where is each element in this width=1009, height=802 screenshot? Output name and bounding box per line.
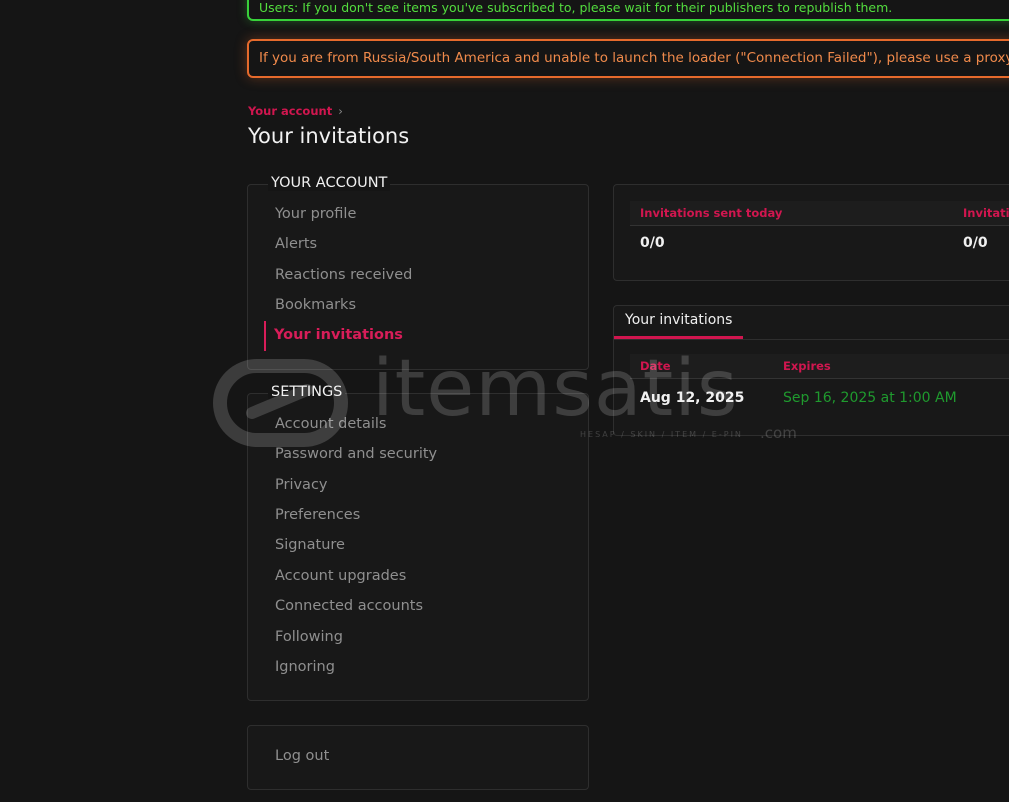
sidebar-item-preferences[interactable]: Preferences bbox=[275, 507, 360, 523]
account-heading: YOUR ACCOUNT bbox=[268, 175, 391, 191]
stats-header-row: Invitations sent today Invitatio bbox=[630, 201, 1009, 226]
invitations-panel: Your invitations Date Expires Aug 12, 20… bbox=[613, 305, 1009, 436]
sidebar-item-ignoring[interactable]: Ignoring bbox=[275, 659, 335, 675]
column-header-date: Date bbox=[640, 359, 671, 373]
logout-link[interactable]: Log out bbox=[275, 748, 329, 764]
breadcrumb-your-account-link[interactable]: Your account bbox=[248, 104, 332, 118]
sidebar-item-privacy[interactable]: Privacy bbox=[275, 477, 328, 493]
settings-heading: SETTINGS bbox=[268, 384, 346, 400]
invitations-header-row: Date Expires bbox=[630, 354, 1009, 379]
logout-block: Log out bbox=[247, 725, 589, 790]
active-indicator bbox=[264, 321, 266, 351]
account-nav-block: YOUR ACCOUNT Your profile Alerts Reactio… bbox=[247, 175, 589, 370]
chevron-right-icon: › bbox=[338, 104, 343, 118]
proxy-notice: If you are from Russia/South America and… bbox=[247, 39, 1009, 78]
sidebar-item-your-invitations[interactable]: Your invitations bbox=[274, 327, 403, 343]
subscription-notice: Users: If you don't see items you've sub… bbox=[247, 0, 1009, 21]
column-header-expires: Expires bbox=[783, 359, 831, 373]
sidebar-item-password-security[interactable]: Password and security bbox=[275, 446, 437, 462]
invitation-date: Aug 12, 2025 bbox=[640, 390, 745, 406]
page-title: Your invitations bbox=[248, 124, 410, 148]
sidebar-item-alerts[interactable]: Alerts bbox=[275, 236, 317, 252]
stats-value-second: 0/0 bbox=[963, 235, 988, 251]
sidebar-item-connected-accounts[interactable]: Connected accounts bbox=[275, 598, 423, 614]
tab-your-invitations[interactable]: Your invitations bbox=[614, 306, 744, 339]
sidebar-item-signature[interactable]: Signature bbox=[275, 537, 345, 553]
sidebar-item-bookmarks[interactable]: Bookmarks bbox=[275, 297, 356, 313]
sidebar-item-reactions-received[interactable]: Reactions received bbox=[275, 267, 412, 283]
breadcrumb: Your account › bbox=[248, 104, 343, 118]
stats-header-sent-today: Invitations sent today bbox=[640, 206, 783, 220]
sidebar-item-following[interactable]: Following bbox=[275, 629, 343, 645]
stats-value-sent-today: 0/0 bbox=[640, 235, 665, 251]
sidebar-item-account-details[interactable]: Account details bbox=[275, 416, 386, 432]
stats-header-second: Invitatio bbox=[963, 206, 1009, 220]
tab-strip: Your invitations bbox=[614, 306, 1009, 340]
settings-nav-block: SETTINGS Account details Password and se… bbox=[247, 384, 589, 701]
sidebar-item-your-profile[interactable]: Your profile bbox=[275, 206, 356, 222]
invitation-expires: Sep 16, 2025 at 1:00 AM bbox=[783, 390, 957, 406]
sidebar-item-account-upgrades[interactable]: Account upgrades bbox=[275, 568, 406, 584]
invitation-stats-panel: Invitations sent today Invitatio 0/0 0/0 bbox=[613, 184, 1009, 281]
